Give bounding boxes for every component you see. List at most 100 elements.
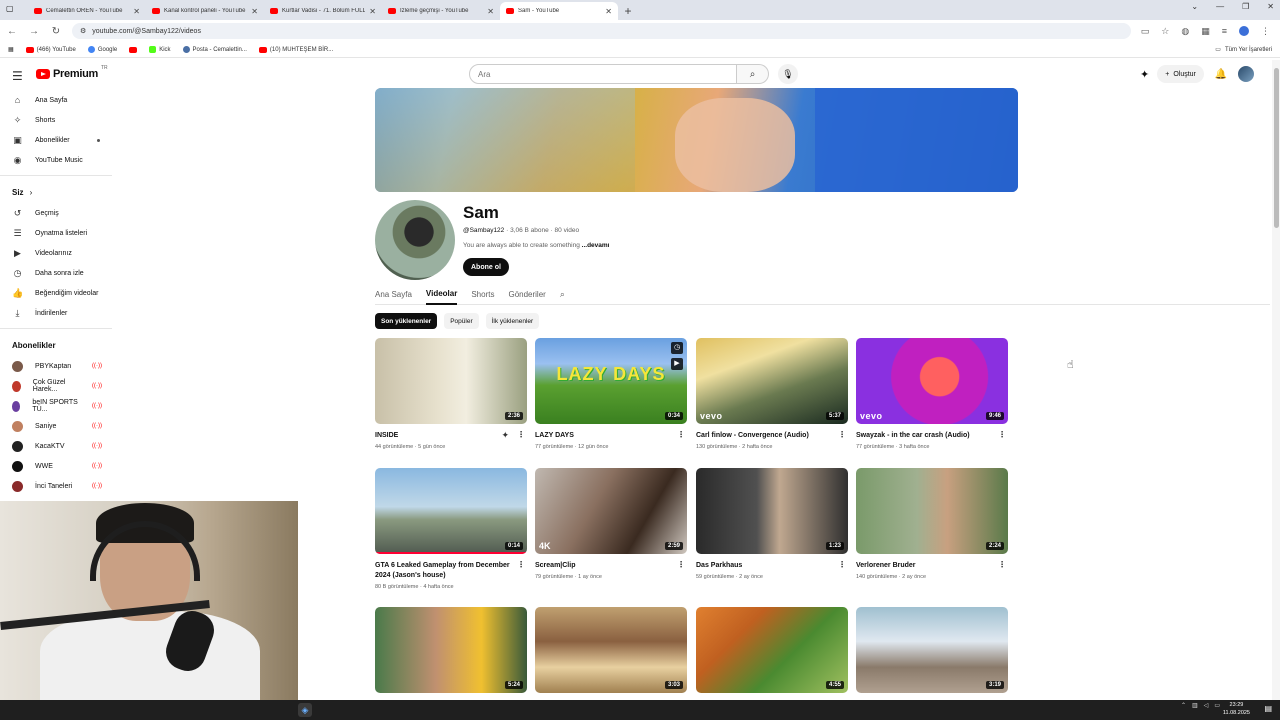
reload-icon[interactable]: ↻ [50,26,62,37]
video-card[interactable]: 2:36 INSIDE 44 görüntüleme · 5 gün önce ⋮ ✦ [375,338,527,450]
video-card[interactable]: 4K 2:59 Scream|Clip 79 görüntüleme · 1 ay ö… [535,468,687,580]
close-icon[interactable]: ✕ [133,7,140,16]
video-thumbnail[interactable]: vevo 5:37 [696,338,848,424]
restore-icon[interactable]: ❐ [1242,2,1249,11]
more-vert-icon[interactable]: ⋮ [677,560,685,569]
bookmark-item[interactable]: Google [87,46,117,53]
scrollbar-thumb[interactable] [1274,68,1279,228]
video-thumbnail[interactable]: 0:14 [375,468,527,554]
video-title[interactable]: GTA 6 Leaked Gameplay from December 2024… [375,561,527,581]
cast-icon[interactable]: ▭ [1141,26,1150,37]
video-thumbnail[interactable]: 2:24 [856,468,1008,554]
close-icon[interactable]: ✕ [369,7,376,16]
bookmark-item[interactable]: Kick [149,46,171,53]
channel-tab[interactable]: Ana Sayfa [375,284,412,305]
sparkle-icon[interactable]: ✦ [501,430,509,441]
video-thumbnail[interactable]: 1:23 [696,468,848,554]
more-vert-icon[interactable]: ⋮ [838,560,846,569]
video-card[interactable]: vevo 5:37 Carl finlow - Convergence (Audio… [696,338,848,450]
sidebar-you-header[interactable]: Siz › [0,181,112,203]
video-title[interactable]: Verlorener Bruder [856,561,1008,571]
minimize-icon[interactable]: — [1216,2,1224,11]
filter-chip[interactable]: Popüler [444,313,479,329]
video-card[interactable]: 0:14 GTA 6 Leaked Gameplay from December … [375,468,527,590]
notification-icon[interactable]: ▤ [1264,704,1272,713]
apps-icon[interactable]: ▦ [8,46,14,53]
hamburger-menu-icon[interactable]: ☰ [12,69,23,83]
youtube-logo[interactable]: Premium TR [36,65,108,80]
bookmark-item[interactable]: (466) YouTube [25,46,76,53]
more-link[interactable]: ...devamı [582,242,610,249]
browser-tab[interactable]: Cemalettin ÖREN - YouTube ✕ [28,2,146,20]
browser-tab[interactable]: Kanal kontrol paneli - YouTube ✕ [146,2,264,20]
more-vert-icon[interactable]: ⋮ [517,430,525,439]
sidebar-item[interactable]: ⌂ Ana Sayfa [0,90,112,110]
network-icon[interactable]: ▥ [1192,702,1198,709]
video-thumbnail[interactable]: 3:03 [535,607,687,693]
sidebar-item[interactable]: ◷ Daha sonra izle [0,263,112,283]
close-icon[interactable]: ✕ [1267,2,1274,11]
subscription-item[interactable]: PBYKaptan ((·)) [0,356,112,376]
more-vert-icon[interactable]: ⋮ [998,430,1006,439]
puzzle-icon[interactable]: ▦ [1201,26,1210,37]
video-card[interactable]: vevo 9:46 Swayzak - in the car crash (Audi… [856,338,1008,450]
channel-tab[interactable]: Shorts [471,284,494,305]
address-bar[interactable]: ⚙ youtube.com/@Sambay122/videos [72,23,1131,39]
video-thumbnail[interactable]: 5:24 [375,607,527,693]
battery-icon[interactable]: ▭ [1214,702,1220,709]
bookmark-item[interactable]: Posta - Cemalettin... [182,46,247,53]
avatar[interactable] [1237,66,1254,82]
sidebar-item[interactable]: ▣ Abonelikler [0,130,112,150]
channel-avatar[interactable] [375,200,455,280]
video-card[interactable]: 4:55 [696,607,848,693]
video-card[interactable]: 3:19 [856,607,1008,693]
watch-later-icon[interactable]: ◷ [671,342,683,354]
back-icon[interactable]: ← [6,26,18,37]
sidebar-item[interactable]: ✧ Shorts [0,110,112,130]
video-thumbnail[interactable]: LAZY DAYS ◷ ▶ 0:34 [535,338,687,424]
more-vert-icon[interactable]: ⋮ [677,430,685,439]
search-icon[interactable]: ⌕ [560,284,565,305]
taskbar-clock[interactable]: 23:29 11.08.2025 [1223,701,1250,717]
filter-chip[interactable]: İlk yüklenenler [485,313,540,329]
video-thumbnail[interactable]: 3:19 [856,607,1008,693]
sidebar-item[interactable]: ▶ Videolarınız [0,243,112,263]
video-title[interactable]: LAZY DAYS [535,431,687,441]
bookmark-item[interactable] [129,46,138,53]
sidebar-item[interactable]: ⤓ İndirilenler [0,303,112,323]
all-bookmarks[interactable]: ▭ Tüm Yer İşaretleri [1215,46,1272,54]
sidebar-item[interactable]: ◉ YouTube Music [0,150,112,170]
bell-icon[interactable]: 🔔 [1212,69,1230,80]
subscription-item[interactable]: KacaKTV ((·)) [0,436,112,456]
app-icon[interactable]: ◈ [298,703,312,717]
video-title[interactable]: Swayzak - in the car crash (Audio) [856,431,1008,441]
video-thumbnail[interactable]: vevo 9:46 [856,338,1008,424]
video-card[interactable]: 5:24 [375,607,527,693]
star-icon[interactable]: ☆ [1161,26,1169,37]
create-button[interactable]: + Oluştur [1157,65,1204,83]
video-card[interactable]: 1:23 Das Parkhaus 59 görüntüleme · 2 ay ön… [696,468,848,580]
video-card[interactable]: 3:03 [535,607,687,693]
video-title[interactable]: Scream|Clip [535,561,687,571]
channel-tab[interactable]: Videolar [425,284,458,305]
chevron-down-icon[interactable]: ⌄ [1191,2,1198,11]
more-vert-icon[interactable]: ⋮ [1261,26,1270,37]
video-title[interactable]: Carl finlow - Convergence (Audio) [696,431,848,441]
forward-icon[interactable]: → [28,26,40,37]
menu-icon[interactable]: ≡ [1222,26,1227,37]
search-input[interactable] [469,64,737,84]
add-to-queue-icon[interactable]: ▶ [671,358,683,370]
close-icon[interactable]: ✕ [605,7,612,16]
subscription-item[interactable]: WWE ((·)) [0,456,112,476]
subscription-item[interactable]: Çok Güzel Harek... ((·)) [0,376,112,396]
browser-tab[interactable]: Kurtlar Vadisi - 71. Bölüm FULL ✕ [264,2,382,20]
video-title[interactable]: Das Parkhaus [696,561,848,571]
browser-tab[interactable]: İzleme geçmişi - YouTube ✕ [382,2,500,20]
browser-tab[interactable]: Sam - YouTube ✕ [500,2,618,20]
more-vert-icon[interactable]: ⋮ [517,560,525,569]
sparkle-icon[interactable]: ✦ [1140,68,1149,81]
video-card[interactable]: 2:24 Verlorener Bruder 140 görüntüleme · 2… [856,468,1008,580]
voice-search-button[interactable]: 🎙 [778,64,798,84]
tab-list-icon[interactable]: ▢ [6,4,14,13]
subscription-item[interactable]: İnci Taneleri ((·)) [0,476,112,496]
